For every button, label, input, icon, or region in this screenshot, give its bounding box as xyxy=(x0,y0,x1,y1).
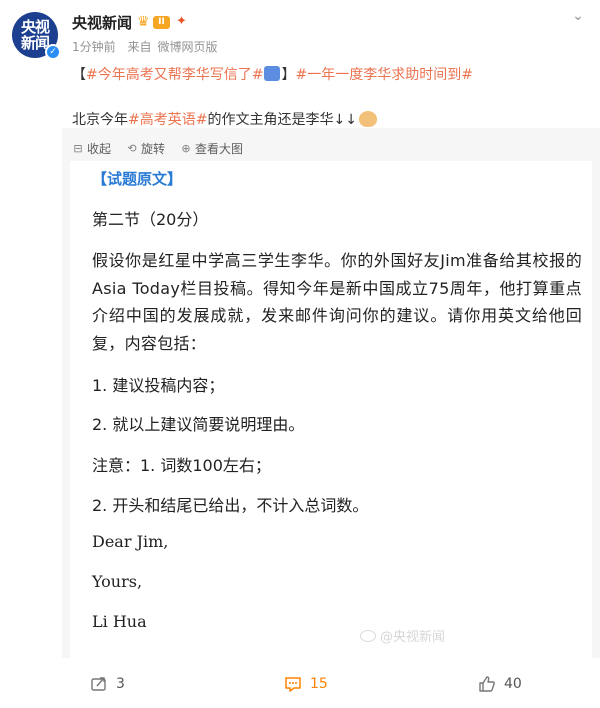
post-image[interactable]: 【试题原文】 第二节（20分） 假设你是红星中学高三学生李华。你的外国好友Jim… xyxy=(70,161,592,658)
doc-section: 第二节（20分） xyxy=(92,210,209,229)
body-suffix: 的作文主角还是李华↓↓ xyxy=(207,112,357,128)
chevron-down-icon[interactable]: ⌄ xyxy=(568,6,588,26)
thumbs-up-icon xyxy=(479,676,495,692)
media-toolbar: ⊟ 收起 ⟲ 旋转 ⊕ 查看大图 xyxy=(72,140,243,157)
collapse-icon: ⊟ xyxy=(73,141,83,155)
member-badge[interactable]: ♛ II xyxy=(137,14,171,30)
doc-item-2: 2. 就以上建议简要说明理由。 xyxy=(92,415,305,434)
rotate-label: 旋转 xyxy=(141,142,166,156)
like-count: 40 xyxy=(504,676,522,692)
collapse-button[interactable]: ⊟ 收起 xyxy=(72,140,111,157)
repost-count: 3 xyxy=(116,676,125,692)
post-meta: 1分钟前 来自 微博网页版 xyxy=(72,38,218,55)
cat-emoji-icon xyxy=(358,111,377,127)
post-topics: 【#今年高考又帮李华写信了# 】#一年一度李华求助时间到# xyxy=(72,65,473,85)
view-large-label: 查看大图 xyxy=(195,142,244,156)
watermark: @央视新闻 xyxy=(360,626,445,645)
topic-link-2[interactable]: #一年一度李华求助时间到# xyxy=(295,67,472,83)
doc-note-2: 2. 开头和结尾已给出，不计入总词数。 xyxy=(92,496,369,515)
face-emoji-icon xyxy=(264,66,281,81)
watermark-text: @央视新闻 xyxy=(380,630,446,645)
doc-item-1: 1. 建议投稿内容； xyxy=(92,376,225,395)
repost-button[interactable]: 3 xyxy=(90,675,125,693)
media-panel: ⊟ 收起 ⟲ 旋转 ⊕ 查看大图 【试题原文】 第二节（20分） 假设你是红星中… xyxy=(62,128,600,658)
comment-icon xyxy=(285,677,301,692)
repost-icon xyxy=(91,677,106,691)
doc-note-1: 注意：1. 词数100左右； xyxy=(92,456,271,475)
verified-icon: ✓ xyxy=(45,44,61,60)
source-prefix: 来自 xyxy=(127,40,152,54)
view-large-button[interactable]: ⊕ 查看大图 xyxy=(180,140,243,157)
level-badge: II xyxy=(153,15,170,29)
doc-closing: Yours, xyxy=(92,572,143,591)
fire-icon[interactable]: ✦ xyxy=(176,14,192,30)
comment-count: 15 xyxy=(310,676,328,692)
source-name: 微博网页版 xyxy=(157,40,218,54)
weibo-logo-icon xyxy=(360,629,376,642)
topic-link-3[interactable]: #高考英语# xyxy=(128,112,207,128)
comment-button[interactable]: 15 xyxy=(284,675,328,693)
topic-bracket-close: 】 xyxy=(281,67,296,83)
like-button[interactable]: 40 xyxy=(478,675,522,693)
post-time[interactable]: 1分钟前 xyxy=(72,40,116,54)
source-label: 来自 微博网页版 xyxy=(127,40,217,54)
topic-bracket-open: 【 xyxy=(72,67,86,83)
zoom-icon: ⊕ xyxy=(181,141,191,155)
doc-paragraph: 假设你是红星中学高三学生李华。你的外国好友Jim准备给其校报的Asia Toda… xyxy=(92,251,582,353)
author-name[interactable]: 央视新闻 xyxy=(72,12,132,33)
action-bar: 3 15 40 xyxy=(62,665,600,708)
topic-link-1[interactable]: #今年高考又帮李华写信了# xyxy=(86,67,263,83)
doc-heading: 【试题原文】 xyxy=(92,170,183,188)
collapse-label: 收起 xyxy=(87,142,112,156)
post-body: 北京今年#高考英语#的作文主角还是李华↓↓ xyxy=(72,110,377,130)
rotate-button[interactable]: ⟲ 旋转 xyxy=(126,140,165,157)
crown-icon: ♛ xyxy=(137,13,150,30)
body-prefix: 北京今年 xyxy=(72,112,128,128)
doc-greeting: Dear Jim, xyxy=(92,532,169,551)
rotate-icon: ⟲ xyxy=(127,141,137,155)
doc-signature: Li Hua xyxy=(92,612,147,631)
